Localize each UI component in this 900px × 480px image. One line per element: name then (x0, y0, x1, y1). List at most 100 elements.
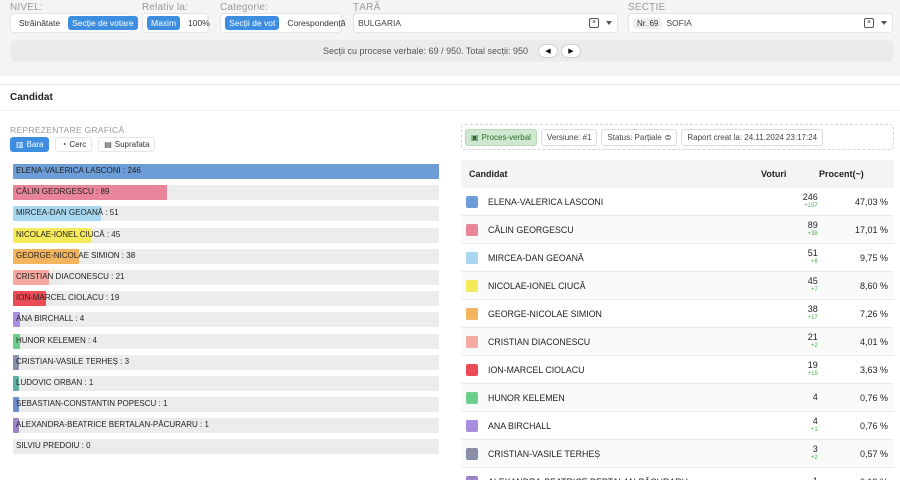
divider (0, 110, 900, 111)
tab-suprafata-label: Suprafata (114, 140, 150, 149)
candidate-name: HUNOR KELEMEN (488, 392, 565, 403)
header-procent[interactable]: Procent(~) (815, 169, 894, 179)
nivel-option-strainatate[interactable]: Străinătate (15, 16, 64, 30)
color-swatch (466, 363, 478, 376)
bar-label: ION-MARCEL CIOLACU : 19 (16, 293, 120, 303)
votes-delta: +157 (804, 202, 818, 209)
relativ-option-maxim[interactable]: Maxim (147, 16, 181, 30)
sectie-label: SECȚIE (628, 2, 666, 13)
bar-label: LUDOVIC ORBAN : 1 (16, 377, 94, 387)
tab-bara-label: Bara (26, 140, 44, 149)
relativ-label: Relativ la: (142, 2, 189, 13)
table-row[interactable]: HUNOR KELEMEN 4 0,76 % (461, 384, 894, 412)
color-swatch (466, 195, 478, 208)
candidate-name: NICOLAE-IONEL CIUCĂ (488, 280, 586, 291)
votes-value: 4 (812, 392, 818, 402)
tab-bara[interactable]: ▥ Bara (10, 137, 50, 152)
bar-row: LUDOVIC ORBAN : 1 (13, 375, 439, 391)
bar-row: SEBASTIAN-CONSTANTIN POPESCU : 1 (13, 397, 439, 413)
candidate-name: ALEXANDRA-BEATRICE BERTALAN-PĂCURARU (488, 477, 763, 480)
sectie-chevron-down-icon[interactable] (881, 21, 887, 25)
bar-row: CRISTIAN-VASILE TERHEȘ : 3 (13, 354, 439, 370)
votes-delta: +1 (810, 426, 818, 433)
bar-row: CRISTIAN DIACONESCU : 21 (13, 269, 439, 285)
nivel-option-sectie[interactable]: Secție de votare (68, 16, 138, 30)
color-swatch (466, 223, 478, 236)
tara-chevron-down-icon[interactable] (606, 21, 612, 25)
results-table: Candidat Voturi Procent(~) ELENA-VALERIC… (461, 160, 894, 480)
votes-delta: +7 (810, 286, 818, 293)
tab-cerc-label: Cerc (69, 140, 87, 149)
bar-label: ALEXANDRA-BEATRICE BERTALAN-PĂCURARU : 1 (16, 420, 209, 430)
color-swatch (466, 475, 478, 480)
tara-select[interactable]: BULGARIA × (353, 13, 618, 33)
header-voturi[interactable]: Voturi (761, 169, 815, 179)
bar-label: GEORGE-NICOLAE SIMION : 38 (16, 250, 136, 260)
candidate-name: CRISTIAN-VASILE TERHEȘ (488, 448, 601, 459)
previous-button[interactable]: ◀ (537, 44, 558, 58)
versiune-chip: Versiune: #1 (540, 128, 598, 146)
votes-cell: 21 +2 (763, 332, 825, 351)
relativ-toggle: Maxim 100% (142, 13, 210, 33)
bar-row: ANA BIRCHALL : 4 (13, 312, 439, 328)
categorie-label: Categorie: (220, 2, 269, 13)
area-icon: ▤ (104, 140, 112, 149)
percent-value: 17,01 % (854, 224, 888, 235)
table-row[interactable]: ALEXANDRA-BEATRICE BERTALAN-PĂCURARU10,1… (461, 468, 894, 480)
percent-value: 9,75 % (859, 252, 888, 263)
bar-row: GEORGE-NICOLAE SIMION : 38 (13, 248, 439, 264)
progress-text: Secții cu procese verbale: 69 / 950. Tot… (323, 46, 528, 56)
votes-cell: 246 +157 (763, 192, 825, 211)
table-row[interactable]: CRISTIAN DIACONESCU 21 +2 4,01 % (461, 328, 894, 356)
bar-label: NICOLAE-IONEL CIUCĂ : 45 (16, 229, 121, 239)
color-swatch (466, 391, 478, 404)
document-icon: ▣ (471, 132, 479, 142)
categorie-option-corespondenta[interactable]: Corespondență (283, 16, 349, 30)
header-candidat[interactable]: Candidat (461, 169, 761, 179)
view-tabs: ▥ Bara ◔ Cerc ▤ Suprafata (10, 137, 156, 152)
tab-cerc[interactable]: ◔ Cerc (55, 137, 93, 152)
votes-delta: +15 (807, 370, 818, 377)
relativ-option-100[interactable]: 100% (184, 16, 214, 30)
sectie-value: SOFIA (666, 18, 692, 28)
votes-value: 89 (807, 219, 818, 230)
categorie-option-sectii[interactable]: Secții de vot (225, 16, 280, 30)
table-row[interactable]: NICOLAE-IONEL CIUCĂ 45 +7 8,60 % (461, 272, 894, 300)
bar-row: CĂLIN GEORGESCU : 89 (13, 185, 439, 201)
percent-value: 0,57 % (859, 448, 888, 459)
table-row[interactable]: CĂLIN GEORGESCU 89 +38 17,01 % (461, 216, 894, 244)
tara-label: ȚARĂ (353, 2, 381, 13)
table-row[interactable]: CRISTIAN-VASILE TERHEȘ 3 +2 0,57 % (461, 440, 894, 468)
votes-value: 4 (812, 415, 818, 426)
candidate-name: MIRCEA-DAN GEOANĂ (488, 252, 584, 263)
table-row[interactable]: ELENA-VALERICA LASCONI 246 +157 47,03 % (461, 188, 894, 216)
votes-cell: 38 +17 (763, 304, 825, 323)
bar-label: CRISTIAN-VASILE TERHEȘ : 3 (16, 356, 130, 366)
next-button[interactable]: ▶ (560, 44, 581, 58)
progress-bar: Secții cu procese verbale: 69 / 950. Tot… (10, 40, 894, 62)
nivel-toggle: Străinătate Secție de votare (10, 13, 138, 33)
bar-row: ALEXANDRA-BEATRICE BERTALAN-PĂCURARU : 1 (13, 418, 439, 434)
status-chip: Status: Parțiale ⊜ (601, 128, 678, 146)
votes-cell: 4 (763, 393, 825, 402)
filter-panel: NIVEL: Străinătate Secție de votare Rela… (0, 0, 900, 76)
votes-value: 51 (807, 247, 818, 258)
bar-label: SEBASTIAN-CONSTANTIN POPESCU : 1 (16, 399, 168, 409)
bar-label: ELENA-VALERICA LASCONI : 246 (16, 166, 141, 175)
table-row[interactable]: MIRCEA-DAN GEOANĂ 51 +6 9,75 % (461, 244, 894, 272)
bar-label: ANA BIRCHALL : 4 (16, 314, 85, 324)
table-row[interactable]: ANA BIRCHALL 4 +1 0,76 % (461, 412, 894, 440)
candidate-name: CĂLIN GEORGESCU (488, 224, 574, 235)
bar-row: ION-MARCEL CIOLACU : 19 (13, 291, 439, 307)
table-row[interactable]: GEORGE-NICOLAE SIMION 38 +17 7,26 % (461, 300, 894, 328)
votes-cell: 3 +2 (763, 444, 825, 463)
table-row[interactable]: ION-MARCEL CIOLACU 19 +15 3,63 % (461, 356, 894, 384)
tara-clear-icon[interactable]: × (589, 18, 599, 28)
percent-value: 7,26 % (859, 308, 888, 319)
sectie-select[interactable]: Nr. 69 SOFIA × (628, 13, 893, 33)
percent-value: 8,60 % (859, 280, 888, 291)
bar-label: MIRCEA-DAN GEOANĂ : 51 (16, 208, 119, 218)
proces-verbal-chip[interactable]: ▣ Proces-verbal (465, 128, 537, 146)
sectie-clear-icon[interactable]: × (864, 18, 874, 28)
tab-suprafata[interactable]: ▤ Suprafata (98, 137, 156, 152)
